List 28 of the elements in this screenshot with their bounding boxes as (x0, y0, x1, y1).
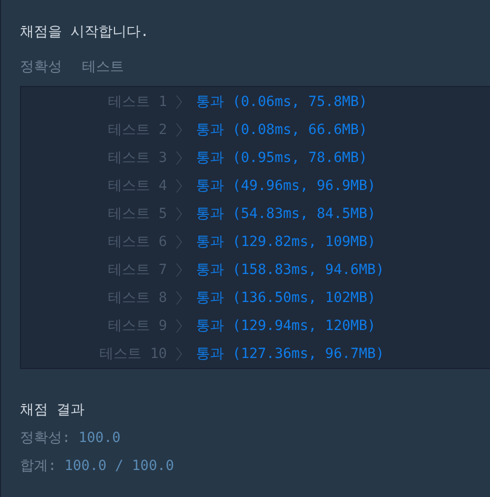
test-result: 통과 (127.36ms, 96.7MB) (196, 345, 384, 363)
test-result: 통과 (54.83ms, 84.5MB) (196, 205, 376, 223)
chevron-right-icon (176, 347, 182, 361)
test-result: 통과 (136.50ms, 102MB) (196, 289, 376, 307)
test-result: 통과 (158.83ms, 94.6MB) (196, 261, 384, 279)
test-result: 통과 (129.94ms, 120MB) (196, 317, 376, 335)
chevron-right-icon (176, 123, 182, 137)
section-subtitle: 테스트 (82, 58, 124, 77)
chevron-right-icon (176, 291, 182, 305)
summary-label: 정확성: (20, 429, 70, 448)
test-result: 통과 (49.96ms, 96.9MB) (196, 177, 376, 195)
summary-value: 100.0 / 100.0 (64, 457, 174, 476)
test-result: 통과 (0.06ms, 75.8MB) (196, 93, 368, 111)
test-result: 통과 (0.08ms, 66.6MB) (196, 121, 368, 139)
chevron-right-icon (176, 319, 182, 333)
chevron-right-icon (176, 95, 182, 109)
chevron-right-icon (176, 179, 182, 193)
chevron-right-icon (176, 263, 182, 277)
section-title: 정확성 (20, 58, 62, 77)
summary-value: 100.0 (78, 429, 121, 448)
status-heading: 채점을 시작합니다. (20, 23, 150, 42)
chevron-right-icon (176, 207, 182, 221)
chevron-right-icon (176, 235, 182, 249)
summary-title: 채점 결과 (20, 401, 86, 420)
chevron-right-icon (176, 151, 182, 165)
test-result: 통과 (129.82ms, 109MB) (196, 233, 376, 251)
summary-label: 합계: (20, 457, 56, 476)
test-result: 통과 (0.95ms, 78.6MB) (196, 149, 368, 167)
